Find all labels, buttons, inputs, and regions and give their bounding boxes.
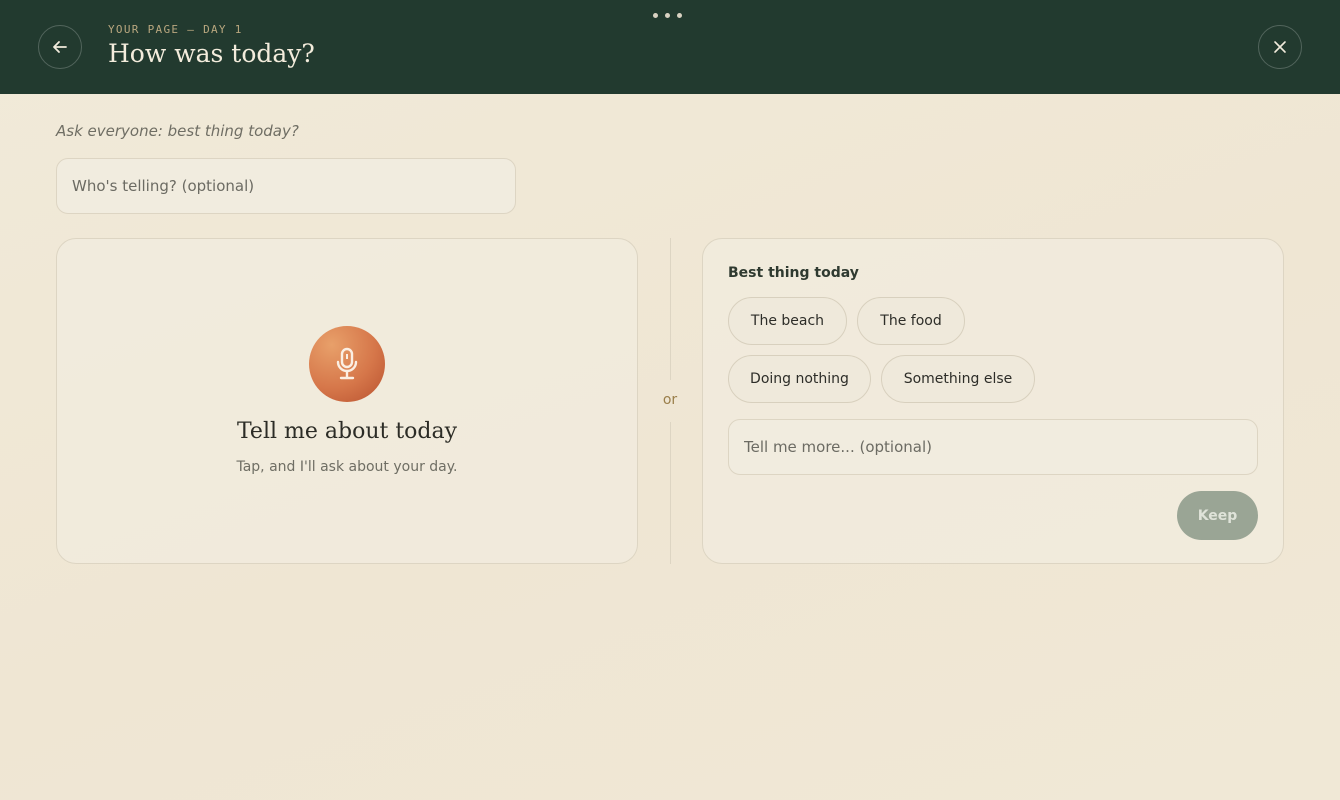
close-icon bbox=[1274, 41, 1286, 53]
page-eyebrow: YOUR PAGE — DAY 1 bbox=[108, 23, 243, 36]
microphone-icon bbox=[336, 347, 358, 380]
choice-chip-food[interactable]: The food bbox=[857, 297, 965, 345]
arrow-left-icon bbox=[53, 41, 67, 53]
choice-chip-doing-nothing[interactable]: Doing nothing bbox=[728, 355, 871, 403]
teller-name-input[interactable] bbox=[56, 158, 516, 214]
divider-line-top bbox=[670, 238, 671, 380]
voice-subtitle: Tap, and I'll ask about your day. bbox=[236, 459, 458, 475]
choice-card: Best thing today The beach The food Doin… bbox=[702, 238, 1284, 564]
back-button[interactable] bbox=[38, 25, 82, 69]
question-prompt: Ask everyone: best thing today? bbox=[56, 122, 299, 140]
close-button[interactable] bbox=[1258, 25, 1302, 69]
tell-more-input[interactable] bbox=[728, 419, 1258, 475]
choice-chip-beach[interactable]: The beach bbox=[728, 297, 847, 345]
page-title: How was today? bbox=[108, 39, 315, 68]
voice-title: Tell me about today bbox=[236, 419, 458, 444]
voice-card: Tell me about today Tap, and I'll ask ab… bbox=[56, 238, 638, 564]
record-button[interactable] bbox=[309, 326, 385, 402]
or-divider: or bbox=[662, 392, 678, 408]
keep-button[interactable]: Keep bbox=[1177, 491, 1258, 540]
more-dots-icon[interactable] bbox=[653, 13, 682, 18]
choice-chip-something-else[interactable]: Something else bbox=[881, 355, 1035, 403]
divider-line-bottom bbox=[670, 422, 671, 564]
top-bar: YOUR PAGE — DAY 1 How was today? bbox=[0, 0, 1340, 94]
choice-heading: Best thing today bbox=[728, 265, 859, 281]
